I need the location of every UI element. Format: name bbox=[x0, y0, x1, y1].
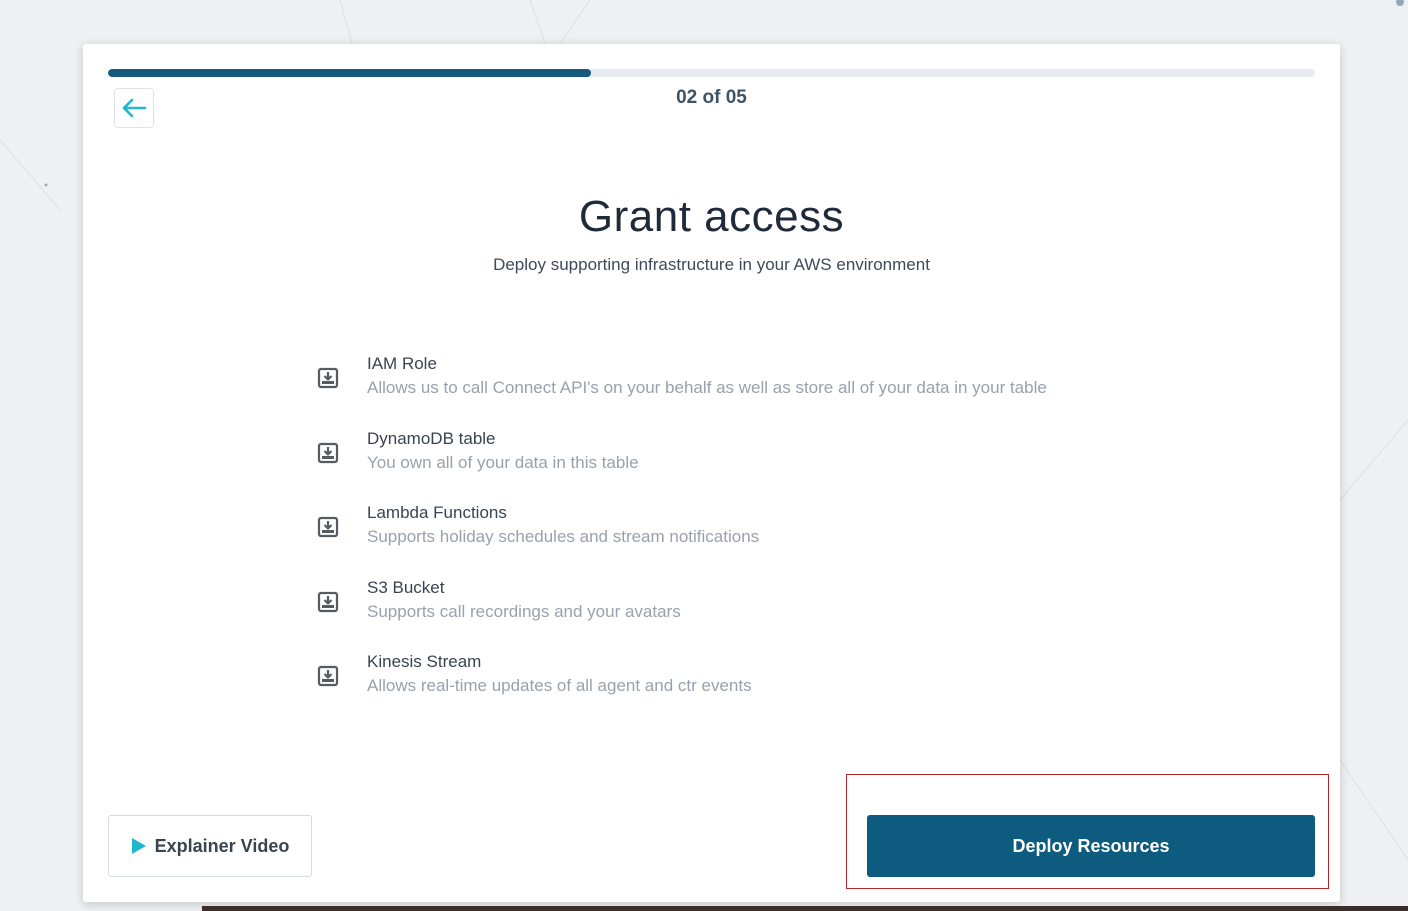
resource-name: S3 Bucket bbox=[367, 577, 445, 597]
page-title: Grant access bbox=[578, 192, 845, 241]
download-box-icon bbox=[317, 516, 339, 538]
download-box-icon bbox=[317, 367, 339, 389]
download-box-icon bbox=[317, 591, 339, 612]
wizard-card: 02 of 05 Grant access Deploy supporting … bbox=[83, 44, 1340, 902]
taskbar-strip bbox=[202, 906, 1408, 911]
resource-list: IAM Role Allows us to call Connect API's… bbox=[317, 352, 1117, 725]
download-box-icon bbox=[317, 665, 339, 687]
explainer-video-label: Explainer Video bbox=[154, 835, 290, 856]
back-button[interactable] bbox=[114, 88, 154, 128]
resource-description: Allows us to call Connect API's on your … bbox=[367, 378, 1047, 397]
page-subtitle: Deploy supporting infrastructure in your… bbox=[493, 255, 930, 274]
resource-item-iam-role: IAM Role Allows us to call Connect API's… bbox=[317, 352, 1117, 427]
arrow-left-icon bbox=[122, 98, 147, 118]
deploy-resources-label: Deploy Resources bbox=[1012, 835, 1170, 856]
progress-bar-fill bbox=[108, 69, 591, 77]
resource-item-lambda-functions: Lambda Functions Supports holiday schedu… bbox=[317, 501, 1117, 576]
resource-description: You own all of your data in this table bbox=[367, 452, 639, 472]
resource-description: Supports call recordings and your avatar… bbox=[367, 601, 681, 621]
play-icon bbox=[131, 838, 146, 854]
resource-name: Kinesis Stream bbox=[367, 652, 482, 671]
deploy-resources-button[interactable]: Deploy Resources bbox=[867, 815, 1315, 877]
resource-item-s3-bucket: S3 Bucket Supports call recordings and y… bbox=[317, 576, 1117, 651]
resource-item-dynamodb-table: DynamoDB table You own all of your data … bbox=[317, 427, 1117, 502]
resource-description: Supports holiday schedules and stream no… bbox=[367, 527, 760, 546]
resource-item-kinesis-stream: Kinesis Stream Allows real-time updates … bbox=[317, 650, 1117, 725]
download-box-icon bbox=[317, 442, 339, 463]
resource-name: IAM Role bbox=[367, 354, 437, 373]
resource-description: Allows real-time updates of all agent an… bbox=[367, 676, 752, 695]
explainer-video-button[interactable]: Explainer Video bbox=[108, 815, 312, 877]
resource-name: DynamoDB table bbox=[367, 428, 496, 448]
step-counter: 02 of 05 bbox=[676, 87, 747, 108]
progress-bar bbox=[108, 69, 1315, 77]
resource-name: Lambda Functions bbox=[367, 503, 507, 522]
